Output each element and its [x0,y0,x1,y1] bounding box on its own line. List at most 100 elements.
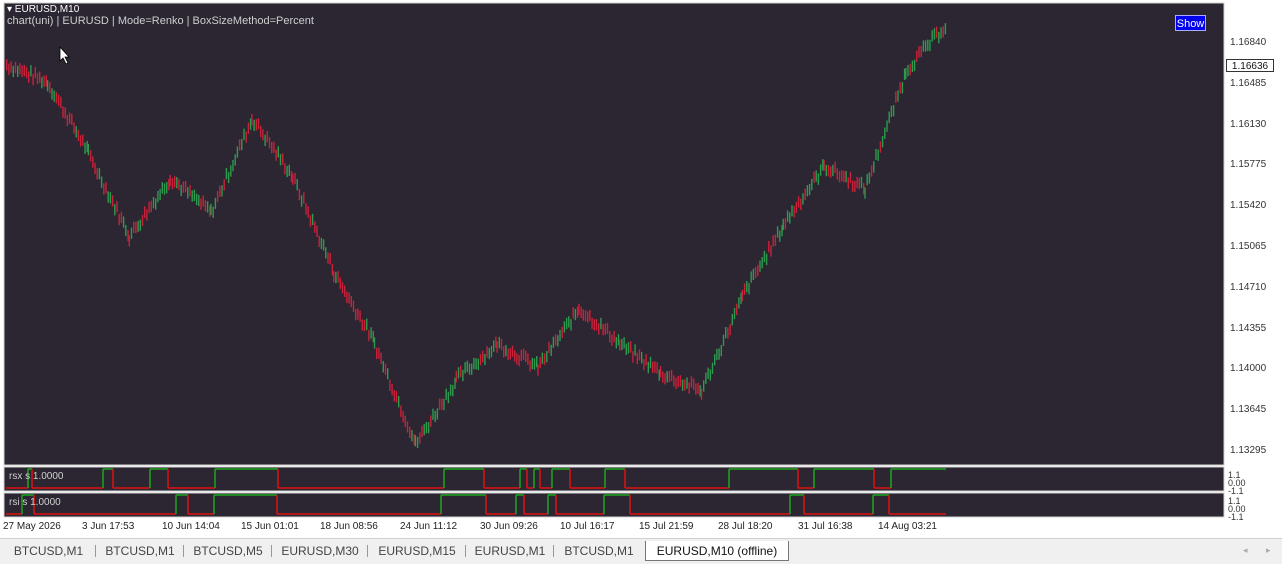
renko-brick [511,345,514,357]
renko-brick [845,171,847,183]
renko-brick [373,337,376,349]
tab-btcusd-m1[interactable]: BTCUSD,M1 [97,541,183,561]
tab-separator [183,545,184,557]
renko-brick [298,188,301,201]
renko-brick [384,363,387,375]
chart-window[interactable]: ▾ EURUSD,M10 chart(uni) | EURUSD | Mode=… [0,0,1282,538]
tab-btcusd-m1[interactable]: BTCUSD,M1 [555,541,643,561]
renko-brick [277,146,279,158]
renko-brick [795,201,798,213]
tab-eurusd-m1[interactable]: EURUSD,M1 [467,541,553,561]
renko-brick [404,415,406,427]
renko-chart[interactable] [0,0,1282,538]
tab-scroll-left-icon[interactable]: ◂ [1243,545,1248,556]
renko-brick [198,194,200,207]
renko-brick [335,271,337,284]
time-label: 18 Jun 08:56 [320,521,378,532]
renko-brick [738,297,740,309]
renko-brick [830,166,832,178]
renko-brick [557,335,559,347]
tab-scroll-right-icon[interactable]: ▸ [1266,545,1271,556]
renko-brick [611,334,613,346]
renko-brick [500,339,503,351]
renko-brick [909,64,911,76]
renko-brick [482,350,484,363]
renko-brick [204,200,207,212]
renko-brick [368,329,370,342]
renko-brick [916,50,918,62]
renko-brick [484,353,486,366]
rsi-scale-bottom: -1.1 [1228,512,1244,522]
chart-tab-bar: BTCUSD,M1 BTCUSD,M1 BTCUSD,M5 EURUSD,M30 EUR… [0,538,1282,564]
renko-brick [322,239,325,251]
renko-brick [318,235,320,247]
renko-brick [325,247,327,259]
renko-brick [782,218,784,231]
renko-brick [686,377,688,389]
tab-eurusd-m10-offline[interactable]: EURUSD,M10 (offline) [645,541,789,561]
renko-brick [195,193,198,206]
renko-brick [486,346,488,358]
renko-brick [12,65,14,78]
renko-brick [178,179,180,191]
renko-brick [623,337,625,349]
renko-brick [82,134,84,146]
tab-eurusd-m30[interactable]: EURUSD,M30 [273,541,367,561]
renko-brick [808,183,811,196]
time-label: 24 Jun 11:12 [400,521,458,532]
price-label: 1.14710 [1230,281,1267,293]
renko-brick [391,384,393,396]
renko-brick [507,348,509,361]
renko-brick [157,191,159,203]
renko-brick [241,138,243,151]
renko-brick [895,91,897,103]
tab-btcusd-m5[interactable]: BTCUSD,M5 [185,541,271,561]
renko-brick [539,356,541,369]
renko-brick [144,206,146,218]
renko-brick [819,164,822,176]
renko-brick [66,114,69,127]
renko-brick [262,129,264,141]
renko-brick [761,257,763,269]
renko-brick [210,203,212,216]
renko-brick [327,252,329,264]
price-label: 1.14000 [1230,363,1267,375]
renko-brick [582,309,584,321]
symbol-title[interactable]: ▾ EURUSD,M10 [7,4,79,15]
renko-brick [636,352,638,364]
renko-brick [8,63,10,75]
renko-brick [300,195,303,207]
renko-brick [664,373,666,385]
renko-brick [216,190,219,203]
renko-brick [19,63,21,75]
renko-brick [395,391,398,403]
renko-brick [6,59,8,71]
renko-brick [879,141,882,153]
tab-btcusd-m1[interactable]: BTCUSD,M1 [2,541,95,561]
tab-eurusd-m15[interactable]: EURUSD,M15 [369,541,465,561]
renko-brick [944,23,947,35]
renko-brick [251,114,253,126]
renko-brick [718,348,720,360]
renko-brick [130,227,133,239]
renko-brick [100,176,103,188]
renko-brick [789,212,791,224]
renko-brick [856,176,858,189]
renko-brick [400,405,402,417]
renko-brick [430,415,432,427]
time-label: 27 May 2026 [3,521,61,532]
renko-brick [841,170,843,182]
renko-brick [116,201,118,213]
price-label: 1.16130 [1230,118,1267,130]
renko-brick [352,300,355,312]
price-label: 1.15420 [1230,200,1267,212]
renko-brick [109,192,112,204]
show-button[interactable]: Show [1175,15,1206,31]
renko-brick [776,226,779,238]
renko-brick [51,88,53,100]
renko-brick [927,39,929,51]
renko-brick [122,216,125,228]
renko-brick [92,156,94,168]
renko-brick [873,161,875,173]
renko-brick [163,183,166,195]
